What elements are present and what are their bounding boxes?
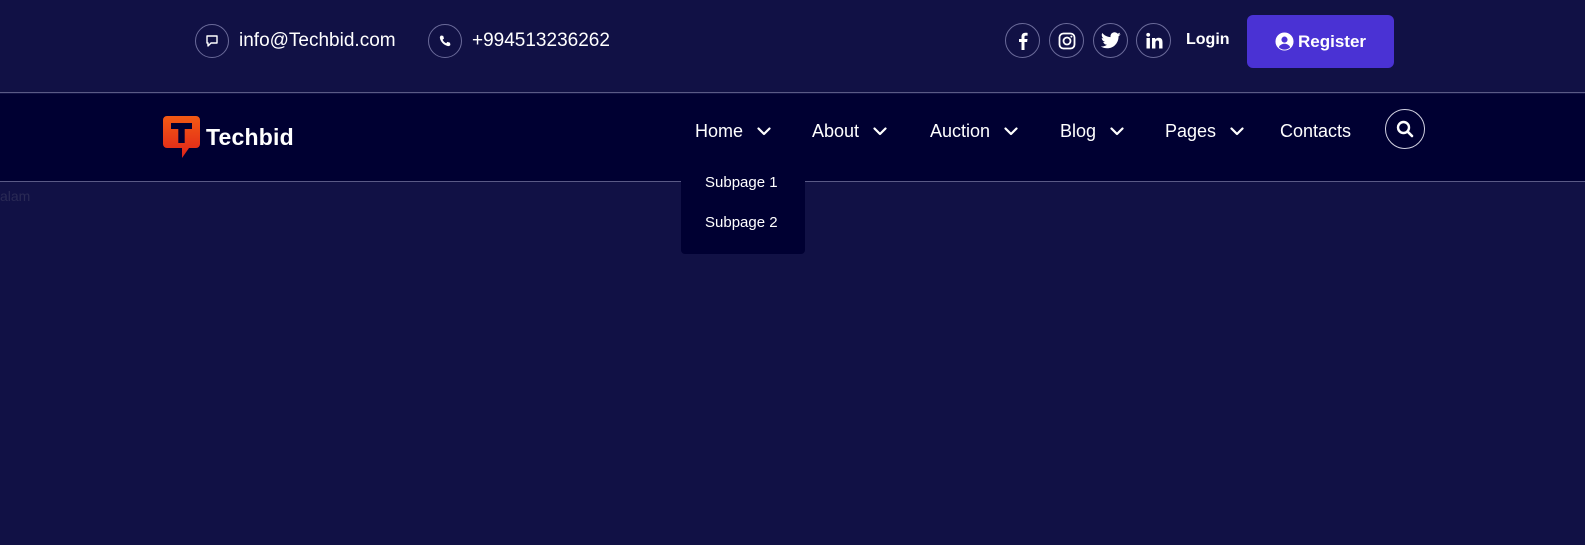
dropdown-item-subpage-2[interactable]: Subpage 2 [705,214,778,231]
techbid-logo-icon [163,116,200,158]
chevron-down-icon [873,126,887,135]
nav-pages[interactable]: Pages [1165,118,1244,144]
twitter-icon[interactable] [1093,23,1128,58]
nav-auction-label: Auction [930,120,991,141]
chevron-down-icon [1004,126,1018,135]
phone-contact[interactable]: +994513236262 [428,24,610,58]
email-contact[interactable]: info@Techbid.com [195,24,396,58]
logo-text: Techbid [206,123,294,150]
register-button[interactable]: Register [1247,15,1394,68]
nav-contacts-label: Contacts [1280,120,1352,141]
nav-auction[interactable]: Auction [930,118,1018,144]
nav-blog[interactable]: Blog [1060,118,1124,144]
user-circle-icon [1275,32,1294,51]
nav-about[interactable]: About [812,118,887,144]
facebook-icon[interactable] [1005,23,1040,58]
phone-icon [428,24,462,58]
top-bar: info@Techbid.com +994513236262 Login Reg… [0,0,1585,93]
login-link[interactable]: Login [1186,31,1230,49]
chat-icon [195,24,229,58]
nav-about-label: About [812,120,860,141]
chevron-down-icon [1230,126,1244,135]
search-button[interactable] [1385,109,1425,149]
chevron-down-icon [757,126,771,135]
nav-contacts[interactable]: Contacts [1280,118,1351,144]
nav-blog-label: Blog [1060,120,1097,141]
site-logo[interactable]: Techbid [163,116,294,158]
chevron-down-icon [1110,126,1124,135]
main-navbar: Techbid Home About Auction Blog Pages Co… [0,94,1585,182]
body-text: alam [0,188,31,204]
email-text[interactable]: info@Techbid.com [239,30,396,52]
instagram-icon[interactable] [1049,23,1084,58]
nav-pages-label: Pages [1165,120,1217,141]
register-label: Register [1297,31,1367,51]
nav-home-label: Home [695,120,744,141]
linkedin-icon[interactable] [1136,23,1171,58]
home-dropdown-menu: Subpage 1 Subpage 2 [681,174,805,254]
nav-home[interactable]: Home [695,118,771,144]
search-icon [1396,120,1414,138]
dropdown-item-subpage-1[interactable]: Subpage 1 [705,174,778,191]
phone-text[interactable]: +994513236262 [472,30,610,52]
